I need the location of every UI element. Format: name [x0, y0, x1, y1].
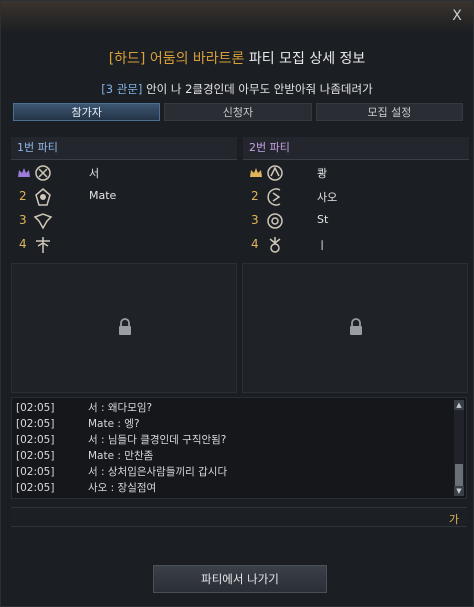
chat-scrollbar[interactable]: ▲ ▼ [454, 400, 464, 496]
scroll-down-icon[interactable]: ▼ [454, 486, 464, 496]
chat-message: Mate : 엥? [88, 418, 140, 430]
party-member-row[interactable]: 쾅 [243, 162, 469, 184]
chat-list: [02:05] 서 : 왜다모임? [02:05] Mate : 엥? [02:05… [16, 400, 446, 496]
party-detail-window: X [하드] 어둠의 바라트론 파티 모집 상세 정보 [3 관문] 안이 나 … [0, 0, 474, 607]
party-member-row[interactable]: 2 사오 [243, 186, 469, 208]
title-text: 파티 모집 상세 정보 [248, 51, 366, 67]
class-emblem-icon [267, 213, 283, 229]
chat-line: [02:05] Mate : 엥? [16, 416, 446, 432]
close-button[interactable]: X [449, 8, 465, 24]
party-member-row[interactable]: 서 [11, 162, 237, 184]
class-emblem-icon [35, 165, 51, 181]
party-1-title: 1번 파티 [11, 137, 237, 160]
chat-line: [02:05] Mate : 만찬좀 [16, 448, 446, 464]
class-emblem-icon [35, 188, 51, 206]
chat-timestamp: [02:05] [16, 450, 55, 462]
tab-applicants[interactable]: 신청자 [164, 103, 312, 121]
dungeon-name: 어둠의 바라트론 [149, 51, 245, 67]
lock-icon [350, 318, 362, 335]
member-name: ㅣ [317, 239, 328, 252]
member-name: 서 [89, 167, 100, 180]
tab-recruit-settings[interactable]: 모집 설정 [315, 103, 463, 121]
scroll-thumb[interactable] [455, 464, 463, 486]
crown-icon [18, 168, 30, 177]
chat-line: [02:05] 서 : 상처입은사람들끼리 갑시다 [16, 464, 446, 480]
chat-line: [02:05] 서 : 왜다모임? [16, 400, 446, 416]
chat-message: 서 : 왜다모임? [88, 402, 153, 414]
chat-timestamp: [02:05] [16, 434, 55, 446]
chat-timestamp: [02:05] [16, 482, 55, 494]
member-name: St [317, 213, 329, 226]
slot-number: 4 [19, 237, 27, 251]
party-member-row[interactable]: 2 Mate [11, 186, 237, 208]
slot-number: 4 [251, 237, 259, 251]
class-emblem-icon [267, 188, 281, 206]
recruit-description: [3 관문] 안이 나 2클경인데 아무도 안받아줘 나좀데려가 [1, 81, 473, 97]
ime-indicator: 가 [448, 513, 459, 526]
party-2-panel: 2번 파티 쾅 2 사오 3 St 4 ㅣ [243, 137, 469, 257]
chat-timestamp: [02:05] [16, 402, 55, 414]
difficulty-label: [하드] [108, 51, 146, 67]
locked-party-slot [11, 263, 237, 393]
class-emblem-icon [33, 213, 53, 230]
slot-number: 3 [19, 213, 27, 227]
crown-icon [250, 168, 262, 177]
window-title: [하드] 어둠의 바라트론 파티 모집 상세 정보 [1, 48, 473, 68]
top-strip [1, 1, 473, 31]
chat-message: 서 : 상처입은사람들끼리 갑시다 [88, 466, 228, 478]
slot-number: 2 [19, 189, 27, 203]
tab-participants[interactable]: 참가자 [13, 103, 161, 121]
chat-message: 사오 : 장실점여 [88, 482, 157, 494]
party-2-title: 2번 파티 [243, 137, 469, 160]
chat-line: [02:05] 사오 : 장실점여 [16, 480, 446, 496]
chat-timestamp: [02:05] [16, 418, 55, 430]
class-emblem-icon [269, 237, 281, 253]
description-text: 안이 나 2클경인데 아무도 안받아줘 나좀데려가 [146, 82, 373, 96]
member-name: 사오 [317, 191, 338, 204]
chat-log[interactable]: [02:05] 서 : 왜다모임? [02:05] Mate : 엥? [02:05… [11, 397, 467, 499]
class-emblem-icon [267, 165, 283, 181]
party-member-row[interactable]: 4 [11, 234, 237, 256]
party-member-row[interactable]: 3 St [243, 210, 469, 232]
chat-message: Mate : 만찬좀 [88, 450, 154, 462]
gate-tag: [3 관문] [101, 82, 143, 96]
chat-timestamp: [02:05] [16, 466, 55, 478]
locked-party-slot [242, 263, 468, 393]
chat-message: 서 : 님들다 클경인데 구직안됨? [88, 434, 227, 446]
tab-bar: 참가자 신청자 모집 설정 [13, 103, 463, 121]
class-emblem-icon [36, 237, 50, 253]
party-1-panel: 1번 파티 서 2 Mate 3 4 [11, 137, 237, 257]
leave-party-button[interactable]: 파티에서 나가기 [153, 565, 327, 593]
chat-input[interactable]: 가 [11, 507, 467, 527]
member-name: 쾅 [317, 167, 328, 180]
slot-number: 2 [251, 189, 259, 203]
member-name: Mate [89, 189, 117, 202]
lock-icon [119, 318, 131, 335]
party-member-row[interactable]: 4 ㅣ [243, 234, 469, 256]
slot-number: 3 [251, 213, 259, 227]
chat-line: [02:05] 서 : 님들다 클경인데 구직안됨? [16, 432, 446, 448]
party-member-row[interactable]: 3 [11, 210, 237, 232]
scroll-up-icon[interactable]: ▲ [454, 400, 464, 410]
